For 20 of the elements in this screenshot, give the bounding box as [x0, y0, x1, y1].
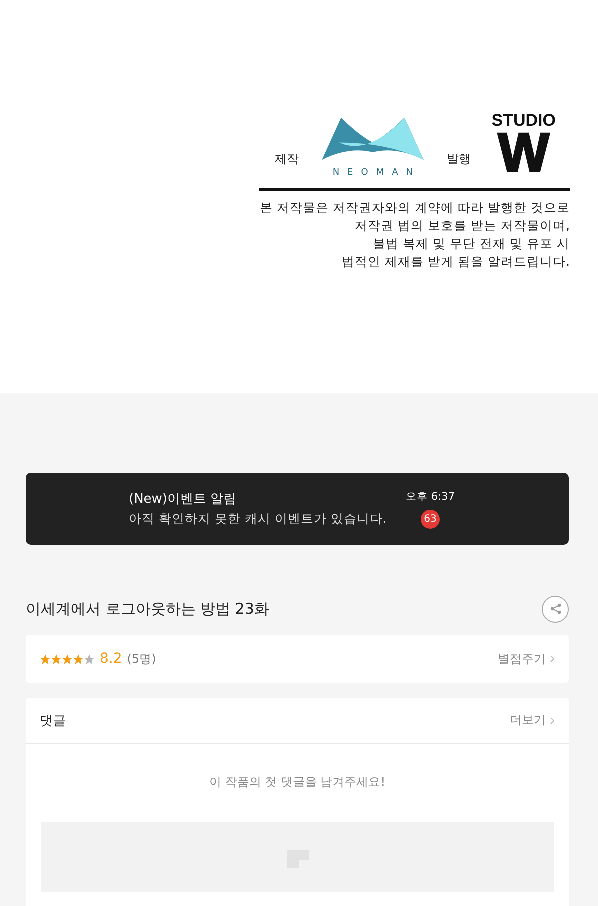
empty-comments-message: 이 작품의 첫 댓글을 남겨주세요! [208, 774, 387, 791]
notification-banner[interactable]: (New)이벤트 알림 아직 확인하지 못한 캐시 이벤트가 있습니다. 오후 6:37 63 [26, 473, 569, 545]
rating-count: (5명) [127, 650, 156, 668]
publisher-label: 발행 [446, 150, 471, 168]
notification-title: (New)이벤트 알림 [129, 491, 238, 508]
episode-title: 이세계에서 로그아웃하는 방법 23화 [26, 600, 270, 618]
share-icon [550, 603, 562, 615]
more-link[interactable]: 더보기 [510, 712, 555, 729]
rating-score: 8.2 [100, 651, 122, 667]
notification-message: 아직 확인하지 못한 캐시 이벤트가 있습니다. [129, 511, 387, 528]
rate-link[interactable]: 별점주기 [498, 650, 555, 668]
copyright-notice: 본 저작물은 저작권자와의 계약에 따라 발행한 것으로 저작권 법의 보호를 받는 저작물이며, 불법 복제 및 무단 전재 및 유포 시 법적인 제재를 받게 됨을 알려드립니다. [259, 198, 570, 271]
chevron-icon [550, 716, 555, 724]
chevron-icon [550, 655, 555, 663]
publisher-logo: STUDIO W [492, 112, 556, 178]
comments-heading: 댓글 [40, 712, 66, 730]
notification-time: 오후 6:37 [406, 490, 455, 504]
share-button[interactable] [542, 596, 569, 622]
producer-label: 제작 [275, 150, 299, 168]
unread-badge: 63 [421, 510, 440, 528]
